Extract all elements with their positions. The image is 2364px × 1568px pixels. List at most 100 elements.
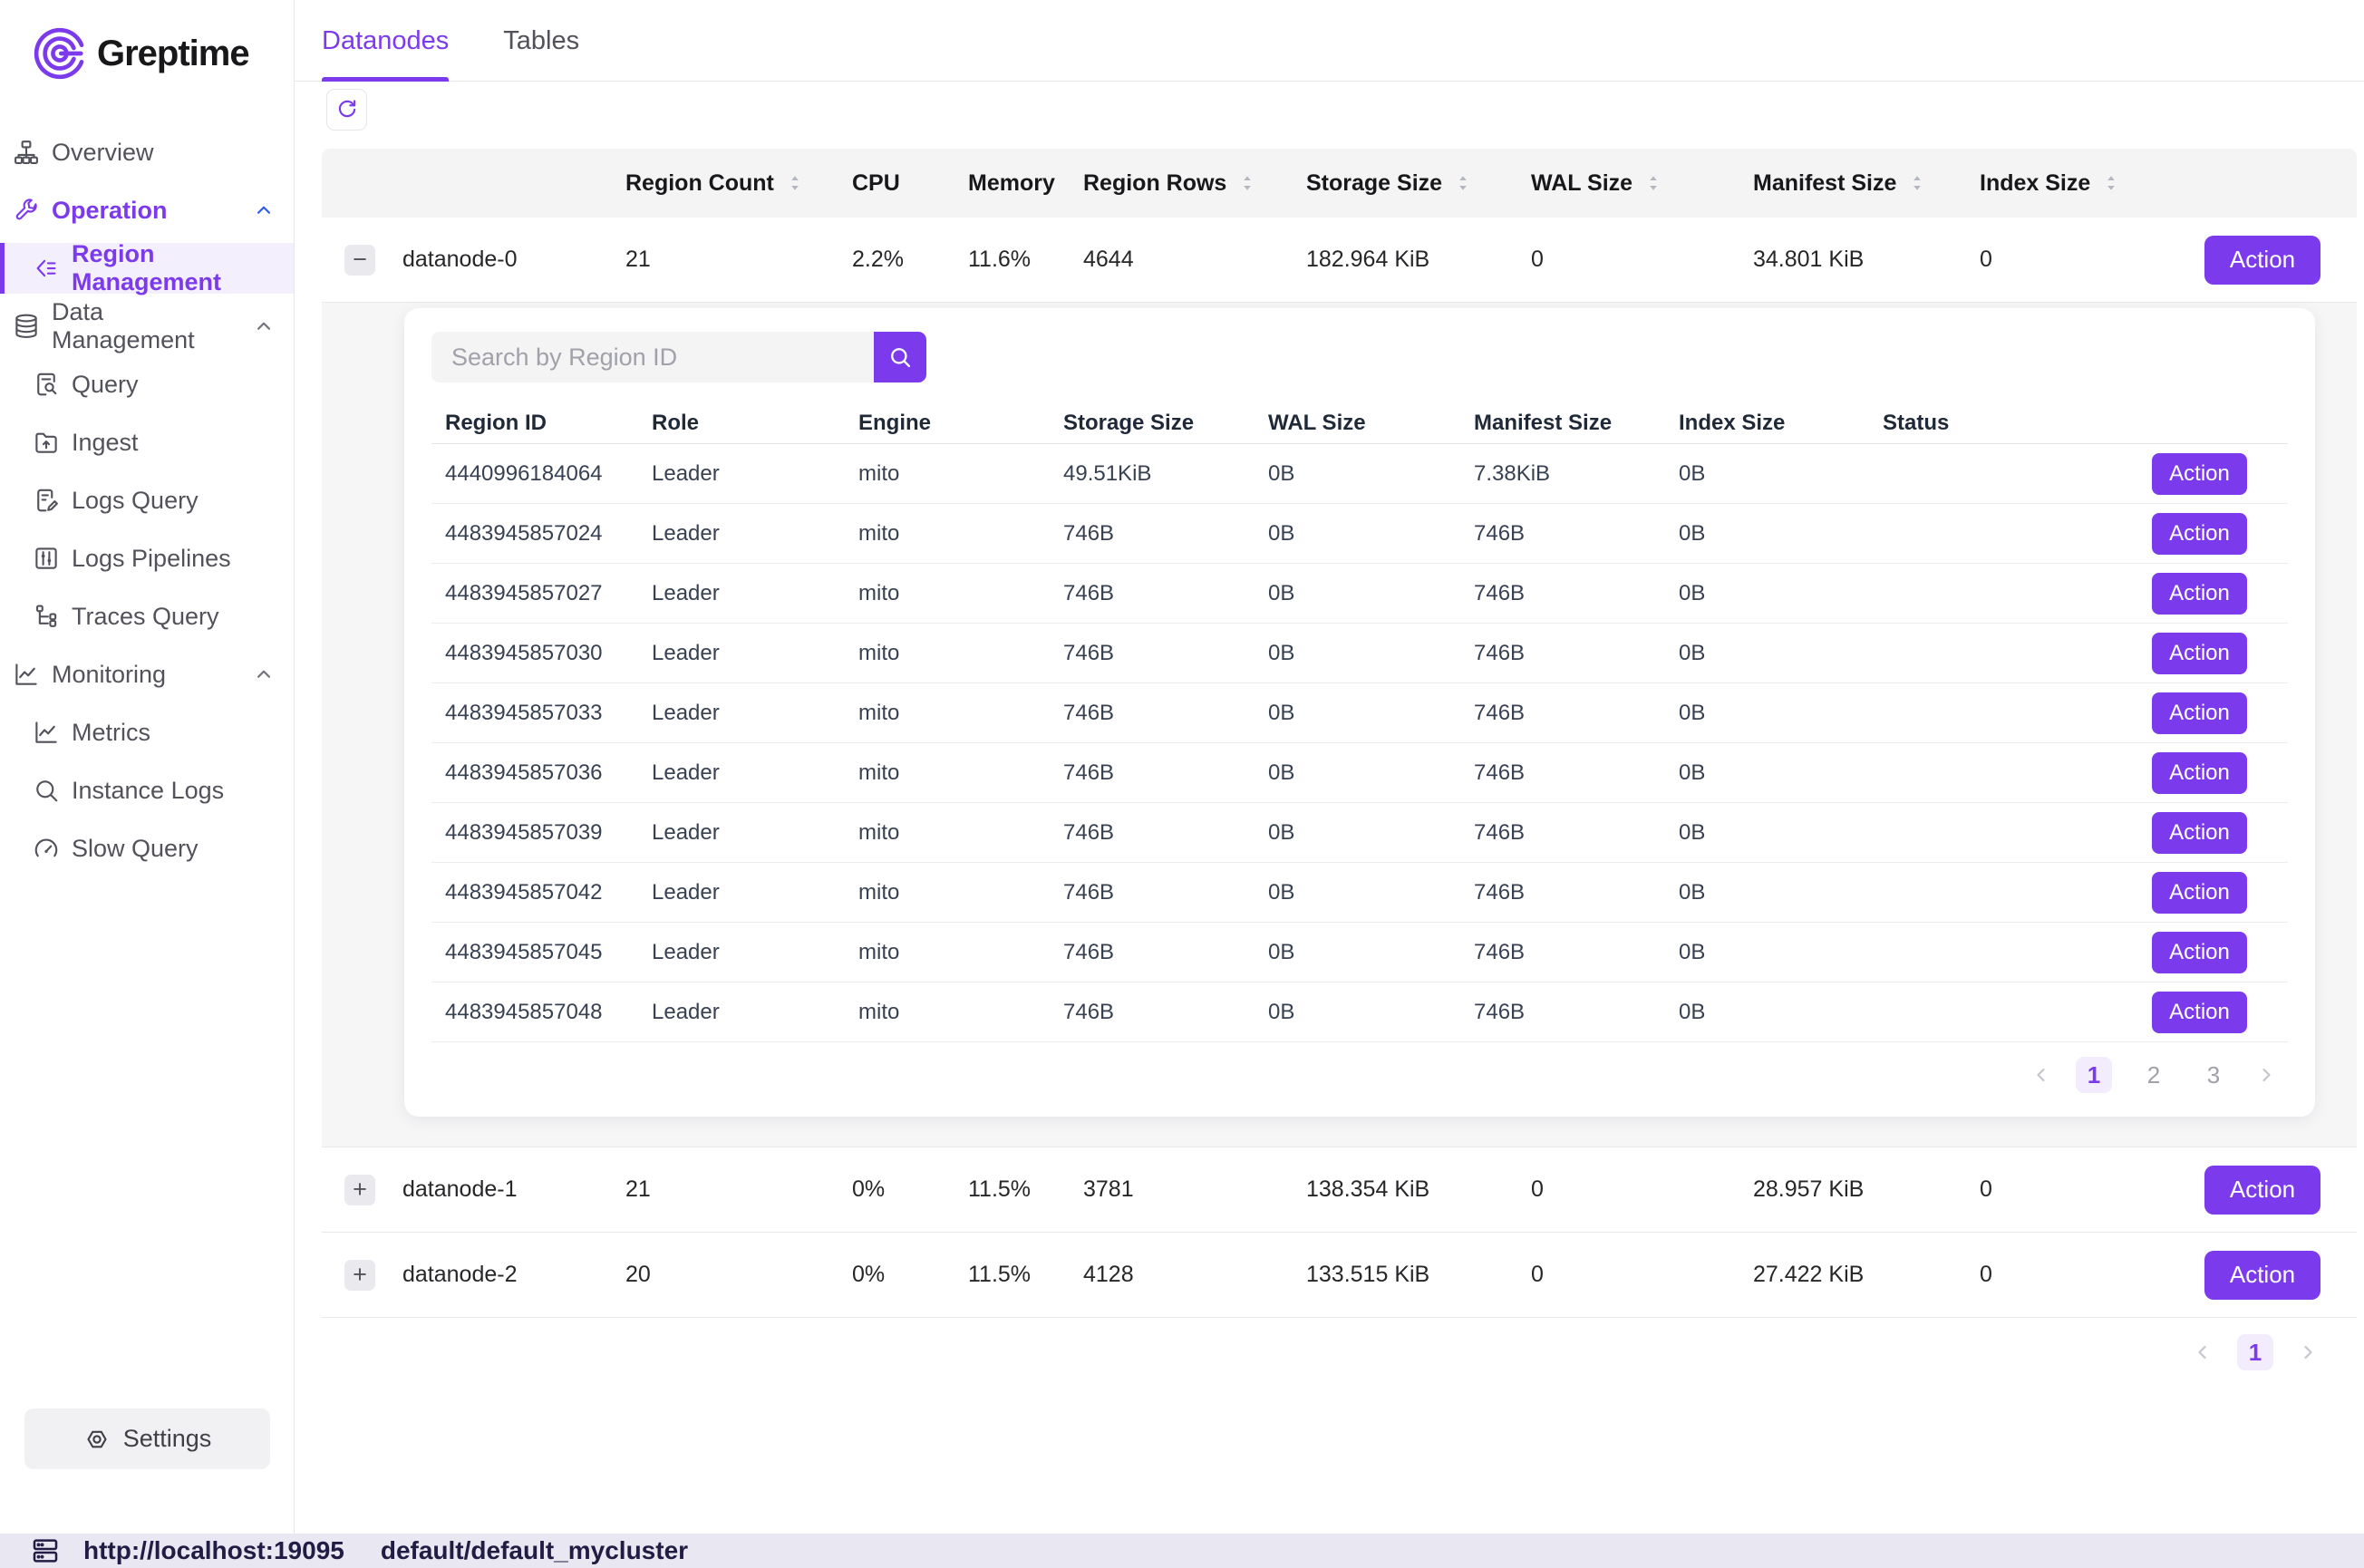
search-button[interactable] — [874, 332, 926, 382]
storage-size-cell: 746B — [1050, 581, 1255, 606]
manifest-size-cell: 27.422 KiB — [1753, 1262, 1980, 1288]
sidebar-item[interactable]: Slow Query — [0, 823, 294, 874]
sidebar-item[interactable]: Instance Logs — [0, 765, 294, 816]
region-column-header: Status — [1869, 411, 2059, 436]
column-header[interactable]: Manifest Size — [1753, 170, 1980, 197]
prev-page-button[interactable] — [2030, 1064, 2052, 1086]
memory-cell: 11.5% — [968, 1262, 1083, 1288]
page-number-button[interactable]: 1 — [2076, 1057, 2112, 1093]
prev-page-button[interactable] — [2192, 1341, 2214, 1363]
region-action-button[interactable]: Action — [2152, 872, 2247, 914]
region-action-button[interactable]: Action — [2152, 453, 2247, 495]
sidebar-item[interactable]: Operation — [0, 185, 294, 236]
memory-cell: 11.5% — [968, 1176, 1083, 1203]
storage-size-cell: 746B — [1050, 820, 1255, 846]
role-cell: Leader — [638, 581, 845, 606]
datanode-row: datanode-1 21 0% 11.5% 3781 138.354 KiB … — [322, 1147, 2357, 1233]
sidebar-item[interactable]: Monitoring — [0, 649, 294, 700]
sidebar-item[interactable]: Logs Pipelines — [0, 533, 294, 584]
index-size-cell: 0B — [1665, 461, 1869, 487]
cpu-cell: 2.2% — [852, 247, 968, 273]
region-column-header: Role — [638, 411, 845, 436]
sort-icon[interactable] — [1453, 172, 1473, 194]
column-header[interactable]: Region Count — [625, 170, 852, 197]
brand-logo: Greptime — [0, 0, 294, 91]
sidebar-item[interactable]: Ingest — [0, 417, 294, 468]
chevron-up-icon[interactable] — [252, 315, 276, 338]
sort-icon[interactable] — [1237, 172, 1257, 194]
region-action-button[interactable]: Action — [2152, 513, 2247, 555]
page-number-button[interactable]: 1 — [2237, 1334, 2273, 1370]
column-header[interactable]: Storage Size — [1306, 170, 1531, 197]
manifest-size-cell: 746B — [1460, 880, 1665, 905]
sidebar-item[interactable]: Overview — [0, 127, 294, 178]
chevron-up-icon[interactable] — [252, 198, 276, 222]
sidebar-item[interactable]: Logs Query — [0, 475, 294, 526]
datanode-action-button[interactable]: Action — [2204, 1251, 2320, 1300]
datanode-row: datanode-0 21 2.2% 11.6% 4644 182.964 Ki… — [322, 218, 2357, 303]
sort-icon[interactable] — [2101, 172, 2121, 194]
tab[interactable]: Datanodes — [322, 0, 449, 82]
region-search-input[interactable] — [431, 332, 874, 382]
refresh-button[interactable] — [326, 89, 367, 131]
sidebar-item[interactable]: Query — [0, 359, 294, 410]
index-size-cell: 0B — [1665, 521, 1869, 547]
main-content: Datanodes Tables Region Count — [295, 0, 2364, 1568]
page-number-button[interactable]: 2 — [2136, 1057, 2172, 1093]
column-header[interactable]: Index Size — [1980, 170, 2204, 197]
expand-button[interactable] — [344, 1260, 375, 1291]
doc-edit-icon — [33, 487, 60, 514]
role-cell: Leader — [638, 820, 845, 846]
sidebar-item[interactable]: Traces Query — [0, 591, 294, 642]
sort-icon[interactable] — [1907, 172, 1927, 194]
cpu-cell: 0% — [852, 1176, 968, 1203]
datanode-action-button[interactable]: Action — [2204, 236, 2320, 285]
role-cell: Leader — [638, 760, 845, 786]
region-action-button[interactable]: Action — [2152, 992, 2247, 1033]
column-header[interactable]: CPU — [852, 170, 968, 197]
region-id-cell: 4483945857030 — [431, 641, 638, 666]
search-icon — [887, 344, 913, 370]
sidebar-item[interactable]: Data Management — [0, 301, 294, 352]
datanode-action-button[interactable]: Action — [2204, 1166, 2320, 1215]
region-action-button[interactable]: Action — [2152, 633, 2247, 674]
memory-cell: 11.6% — [968, 247, 1083, 273]
region-action-button[interactable]: Action — [2152, 573, 2247, 615]
app-window: Greptime Overview Operation Region Manag… — [0, 0, 2364, 1568]
sidebar-item[interactable]: Region Management — [0, 243, 294, 294]
sort-icon[interactable] — [1643, 172, 1663, 194]
region-id-cell: 4440996184064 — [431, 461, 638, 487]
expanded-region-section: Region IDRoleEngineStorage SizeWAL SizeM… — [322, 303, 2357, 1147]
next-page-button[interactable] — [2297, 1341, 2319, 1363]
datanodes-table-header: Region Count CPU Memory Region Rows — [322, 149, 2357, 218]
wal-size-cell: 0 — [1531, 1262, 1753, 1288]
region-action-button[interactable]: Action — [2152, 932, 2247, 973]
column-header[interactable]: Memory — [968, 170, 1083, 197]
gauge-icon — [33, 835, 60, 862]
region-action-button[interactable]: Action — [2152, 692, 2247, 734]
tab[interactable]: Tables — [503, 0, 579, 82]
sort-icon[interactable] — [785, 172, 805, 194]
next-page-button[interactable] — [2255, 1064, 2277, 1086]
chevron-up-icon[interactable] — [252, 663, 276, 686]
expand-button[interactable] — [344, 1175, 375, 1205]
region-pagination: 123 — [431, 1055, 2288, 1095]
sidebar-item[interactable]: Metrics — [0, 707, 294, 758]
status-bar: http://localhost:19095 default/default_m… — [0, 1534, 2364, 1568]
region-column-header: Region ID — [431, 411, 638, 436]
manifest-size-cell: 746B — [1460, 641, 1665, 666]
column-header[interactable]: WAL Size — [1531, 170, 1753, 197]
engine-cell: mito — [845, 521, 1050, 547]
region-action-button[interactable]: Action — [2152, 812, 2247, 854]
column-header[interactable]: Region Rows — [1083, 170, 1306, 197]
datanodes-pagination: 1 — [295, 1332, 2364, 1372]
datanode-name: datanode-1 — [402, 1176, 625, 1203]
engine-cell: mito — [845, 1000, 1050, 1025]
region-action-button[interactable]: Action — [2152, 752, 2247, 794]
page-number-button[interactable]: 3 — [2195, 1057, 2232, 1093]
manifest-size-cell: 746B — [1460, 820, 1665, 846]
collapse-button[interactable] — [344, 245, 375, 276]
settings-button[interactable]: Settings — [24, 1408, 270, 1469]
datanode-name: datanode-2 — [402, 1262, 625, 1288]
storage-size-cell: 746B — [1050, 880, 1255, 905]
